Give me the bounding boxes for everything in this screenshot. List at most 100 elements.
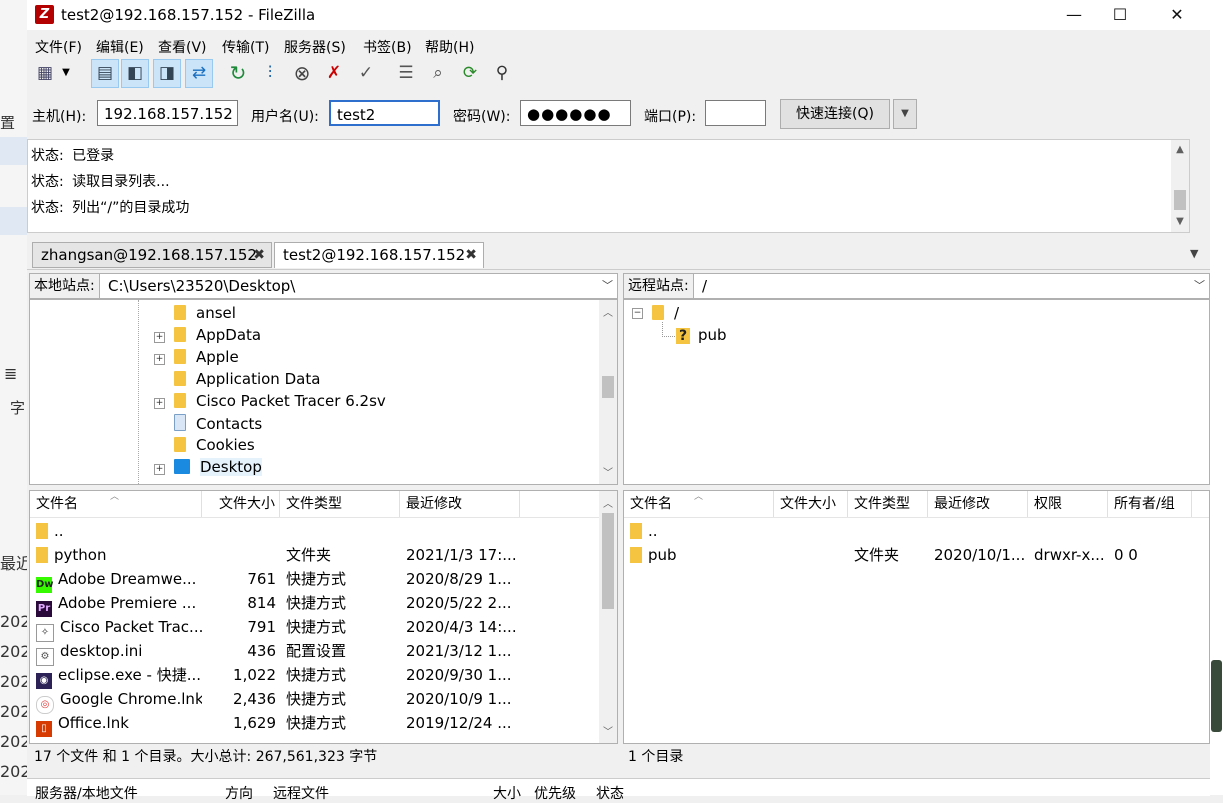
close-tab-icon[interactable]: ✖ — [465, 243, 477, 267]
dropdown-arrow-icon[interactable]: ▼ — [59, 60, 73, 86]
column-header-owner[interactable]: 所有者/组 — [1108, 491, 1192, 517]
refresh-icon[interactable]: ↻ — [225, 60, 251, 86]
directory-listing-filter-icon[interactable]: ☰ — [393, 60, 419, 86]
bg-text: 202 — [0, 732, 31, 751]
column-header-type[interactable]: 文件类型 — [280, 491, 400, 517]
host-input[interactable]: 192.168.157.152 — [97, 100, 238, 126]
local-list-scrollbar[interactable]: ︿ ﹀ — [599, 491, 617, 743]
chevron-down-icon[interactable]: ﹀ — [602, 274, 613, 298]
local-file-list: 文件名 ︿ 文件大小 文件类型 最近修改 .. python 文件夹 2021/1/3… — [29, 490, 618, 744]
table-row[interactable]: ⚙ desktop.ini 436 配置设置 2021/3/12 1... — [30, 639, 599, 666]
file-name: pub — [648, 546, 677, 564]
minimize-button[interactable]: — — [1051, 0, 1097, 30]
cancel-icon[interactable]: ⊗ — [289, 60, 315, 86]
chevron-down-icon[interactable]: ﹀ — [1194, 274, 1205, 298]
file-name-cell: ⚙ desktop.ini — [36, 639, 202, 666]
scroll-down-icon[interactable]: ▼ — [1171, 216, 1189, 227]
queue-col-remote[interactable]: 远程文件 — [273, 783, 329, 803]
table-row[interactable]: .. — [30, 519, 599, 543]
tree-item[interactable]: Application Data — [174, 370, 320, 388]
quickconnect-dropdown-icon[interactable]: ▼ — [893, 99, 917, 129]
table-row[interactable]: Pr Adobe Premiere ... 814 快捷方式 2020/5/22 2..… — [30, 591, 599, 617]
scrollbar-thumb[interactable] — [602, 376, 614, 398]
file-permissions: drwxr-x... — [1034, 546, 1105, 564]
title-bar[interactable]: Z test2@192.168.157.152 - FileZilla — ☐ … — [27, 0, 1210, 30]
disconnect-icon[interactable]: ✗ — [321, 60, 347, 86]
local-tree-icon[interactable]: ◧ — [121, 59, 149, 88]
table-row[interactable]: python 文件夹 2021/1/3 17:... — [30, 543, 599, 567]
expand-icon[interactable]: + — [154, 332, 165, 343]
menu-transfer[interactable]: 传输(T) — [222, 37, 269, 57]
message-log-icon[interactable]: ▤ — [91, 59, 119, 88]
table-row[interactable]: Dw Adobe Dreamwe... 761 快捷方式 2020/8/29 1... — [30, 567, 599, 593]
column-header-modified[interactable]: 最近修改 — [928, 491, 1028, 517]
file-type: 快捷方式 — [286, 666, 347, 684]
quickconnect-button[interactable]: 快速连接(Q) — [780, 99, 890, 129]
scroll-down-icon[interactable]: ﹀ — [599, 723, 617, 738]
tree-item[interactable]: Cookies — [174, 436, 255, 454]
maximize-button[interactable]: ☐ — [1097, 0, 1143, 30]
close-tab-icon[interactable]: ✖ — [253, 243, 265, 267]
tree-item[interactable]: Cisco Packet Tracer 6.2sv — [174, 392, 386, 410]
column-header-type[interactable]: 文件类型 — [848, 491, 928, 517]
table-row[interactable]: pub 文件夹 2020/10/1... drwxr-x... 0 0 — [624, 543, 1209, 567]
column-header-permissions[interactable]: 权限 — [1028, 491, 1108, 517]
column-header-size[interactable]: 文件大小 — [202, 491, 280, 517]
site-manager-icon[interactable]: ▦ — [32, 60, 58, 86]
scroll-up-icon[interactable]: ▲ — [1171, 144, 1189, 155]
local-path-input[interactable]: C:\Users\23520\Desktop\ — [108, 274, 295, 298]
column-header-size[interactable]: 文件大小 — [774, 491, 848, 517]
expand-icon[interactable]: + — [154, 398, 165, 409]
tab-test2[interactable]: test2@192.168.157.152 ✖ — [274, 242, 484, 268]
tab-zhangsan[interactable]: zhangsan@192.168.157.152 ✖ — [32, 242, 272, 268]
tree-item[interactable]: Apple — [174, 348, 239, 366]
sync-browse-icon[interactable]: ⟳ — [457, 60, 483, 86]
queue-col-server-local[interactable]: 服务器/本地文件 — [35, 783, 138, 803]
port-input[interactable] — [705, 100, 766, 126]
scrollbar-thumb[interactable] — [602, 513, 614, 609]
menu-file[interactable]: 文件(F) — [35, 37, 82, 57]
tree-item[interactable]: AppData — [174, 326, 261, 344]
table-row[interactable]: ✧ Cisco Packet Trac... 791 快捷方式 2020/4/3 14:… — [30, 615, 599, 642]
menu-server[interactable]: 服务器(S) — [284, 37, 346, 57]
tabs-dropdown-icon[interactable]: ▼ — [1190, 247, 1198, 260]
menu-help[interactable]: 帮助(H) — [425, 37, 474, 57]
reconnect-icon[interactable]: ✓ — [353, 60, 379, 86]
expand-icon[interactable]: + — [154, 354, 165, 365]
queue-col-direction[interactable]: 方向 — [225, 783, 253, 803]
transfer-queue-icon[interactable]: ⇄ — [185, 59, 213, 88]
menu-bookmarks[interactable]: 书签(B) — [363, 37, 412, 57]
table-row[interactable]: ◉ eclipse.exe - 快捷... 1,022 快捷方式 2020/9/30 1… — [30, 663, 599, 689]
log-scrollbar[interactable]: ▲ ▼ — [1171, 140, 1189, 232]
expand-icon[interactable]: + — [154, 464, 165, 475]
local-tree-scrollbar[interactable]: ︿ ﹀ — [599, 300, 617, 484]
tree-item[interactable]: ? pub — [676, 326, 727, 344]
collapse-icon[interactable]: − — [632, 308, 643, 319]
tree-item[interactable]: ansel — [174, 304, 236, 322]
queue-col-size[interactable]: 大小 — [493, 783, 521, 803]
scrollbar-thumb[interactable] — [1174, 190, 1186, 210]
password-input[interactable]: ●●●●●● — [520, 100, 631, 126]
remote-path-input[interactable]: / — [702, 274, 707, 298]
queue-col-priority[interactable]: 优先级 — [534, 783, 576, 803]
column-header-modified[interactable]: 最近修改 — [400, 491, 520, 517]
tree-item[interactable]: Contacts — [174, 414, 262, 433]
file-name: Cisco Packet Trac... — [60, 618, 202, 636]
queue-col-status[interactable]: 状态 — [596, 783, 624, 803]
scroll-up-icon[interactable]: ︿ — [599, 495, 617, 510]
table-row[interactable]: ▯ Office.lnk 1,629 快捷方式 2019/12/24 ... — [30, 711, 599, 737]
close-button[interactable]: ✕ — [1154, 0, 1200, 30]
table-row[interactable]: .. — [624, 519, 1209, 543]
menu-edit[interactable]: 编辑(E) — [96, 37, 144, 57]
tree-item-selected[interactable]: Desktop — [174, 458, 262, 476]
tree-item[interactable]: / — [652, 304, 679, 322]
compare-icon[interactable]: ⌕ — [425, 60, 451, 86]
table-row[interactable]: ◎ Google Chrome.lnk 2,436 快捷方式 2020/10/9 1..… — [30, 687, 599, 714]
remote-tree-icon[interactable]: ◨ — [153, 59, 181, 88]
search-icon[interactable]: ⚲ — [489, 60, 515, 86]
process-queue-icon[interactable]: ⫶ — [257, 60, 283, 86]
username-input[interactable]: test2 — [329, 100, 440, 126]
scroll-down-icon[interactable]: ﹀ — [599, 464, 617, 479]
scroll-up-icon[interactable]: ︿ — [599, 304, 617, 319]
menu-view[interactable]: 查看(V) — [158, 37, 207, 57]
